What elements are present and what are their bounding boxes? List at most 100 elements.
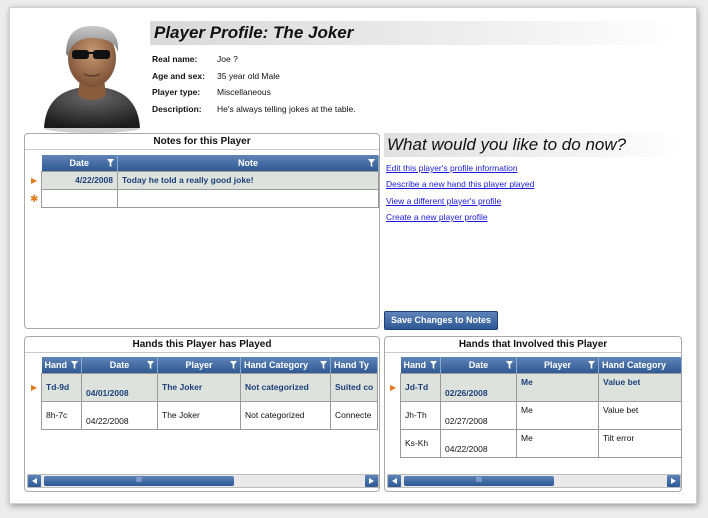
notes-panel-title: Notes for this Player xyxy=(25,134,379,150)
column-header-hand-category[interactable]: Hand Category xyxy=(240,357,331,373)
filter-icon[interactable] xyxy=(588,361,595,369)
hand-cell[interactable]: 8h-7c xyxy=(41,400,82,430)
describe-hand-link[interactable]: Describe a new hand this player played xyxy=(386,179,534,195)
player-avatar-icon xyxy=(44,26,140,133)
table-row[interactable]: 4/22/2008 Today he told a really good jo… xyxy=(41,170,379,190)
current-row-arrow-icon: ▶ xyxy=(390,383,397,392)
column-header-player[interactable]: Player xyxy=(157,357,241,373)
hand-cell[interactable]: Td-9d xyxy=(41,372,82,402)
description-row: Description: He's always telling jokes a… xyxy=(152,101,452,118)
hands-involved-scrollbar[interactable]: III xyxy=(387,474,681,488)
edit-profile-link[interactable]: Edit this player's profile information xyxy=(386,163,534,179)
new-row-date-cell[interactable] xyxy=(41,188,118,208)
profile-info: Real name: Joe ? Age and sex: 35 year ol… xyxy=(152,51,452,117)
filter-icon[interactable] xyxy=(368,159,375,167)
filter-icon[interactable] xyxy=(71,361,78,369)
hands-played-panel-title: Hands this Player has Played xyxy=(25,337,379,353)
create-profile-link[interactable]: Create a new player profile xyxy=(386,212,534,228)
filter-icon[interactable] xyxy=(320,361,327,369)
table-row[interactable]: 8h-7c 04/22/2008 The Joker Not categoriz… xyxy=(41,400,378,430)
player-type-value: Miscellaneous xyxy=(217,87,271,98)
date-cell[interactable]: 04/01/2008 xyxy=(81,372,158,402)
age-sex-label: Age and sex: xyxy=(152,70,205,81)
table-row[interactable]: Td-9d 04/01/2008 The Joker Not categoriz… xyxy=(41,372,378,402)
hand-category-cell[interactable]: Value bet xyxy=(598,372,682,402)
hand-type-cell[interactable]: Connecte xyxy=(330,400,378,430)
table-row[interactable]: Jh-Th 02/27/2008 Me Value bet xyxy=(400,400,682,430)
hand-type-cell[interactable]: Suited co xyxy=(330,372,378,402)
new-row[interactable] xyxy=(41,188,379,208)
current-row-arrow-icon: ▶ xyxy=(31,383,38,392)
age-sex-value: 35 year old Male xyxy=(217,70,280,81)
note-date-cell[interactable]: 4/22/2008 xyxy=(41,170,118,190)
hand-cell[interactable]: Jh-Th xyxy=(400,400,441,430)
action-links: Edit this player's profile information D… xyxy=(386,163,534,228)
notes-grid[interactable]: Date Note 4/22/2008 Today he told a real… xyxy=(41,155,379,208)
date-cell[interactable]: 04/22/2008 xyxy=(440,428,517,458)
player-cell[interactable]: Me xyxy=(516,372,599,402)
scroll-right-icon[interactable] xyxy=(667,475,680,487)
scroll-grip: III xyxy=(476,477,482,484)
current-row-arrow-icon: ▶ xyxy=(31,176,38,185)
player-type-label: Player type: xyxy=(152,87,201,98)
page-title: Player Profile: The Joker xyxy=(154,23,354,42)
player-cell[interactable]: Me xyxy=(516,428,599,458)
column-header-hand-type[interactable]: Hand Ty xyxy=(330,357,378,373)
hands-played-grid-header: Hand Date Player Hand Category Hand Ty xyxy=(41,357,378,373)
new-row-asterisk-icon: ✱ xyxy=(30,194,39,205)
column-header-date[interactable]: Date xyxy=(81,357,158,373)
hand-category-cell[interactable]: Not categorized xyxy=(240,372,331,402)
hand-category-cell[interactable]: Not categorized xyxy=(240,400,331,430)
hand-category-cell[interactable]: Tilt error xyxy=(598,428,682,458)
filter-icon[interactable] xyxy=(430,361,437,369)
age-sex-row: Age and sex: 35 year old Male xyxy=(152,68,452,85)
player-profile-window: Player Profile: The Joker Real name: Joe… xyxy=(9,7,697,504)
filter-icon[interactable] xyxy=(107,159,114,167)
column-header-hand-category[interactable]: Hand Category xyxy=(598,357,682,373)
real-name-row: Real name: Joe ? xyxy=(152,51,452,68)
real-name-value: Joe ? xyxy=(217,54,238,65)
column-header-date[interactable]: Date xyxy=(41,155,118,171)
hand-category-cell[interactable]: Value bet xyxy=(598,400,682,430)
scroll-left-icon[interactable] xyxy=(388,475,401,487)
hands-involved-grid[interactable]: Hand Date Player Hand Category Jd-Td 02/… xyxy=(400,357,682,458)
new-row-note-cell[interactable] xyxy=(117,188,379,208)
actions-heading: What would you like to do now? xyxy=(387,135,627,154)
description-label: Description: xyxy=(152,103,202,114)
column-header-date[interactable]: Date xyxy=(440,357,517,373)
hands-played-grid[interactable]: Hand Date Player Hand Category Hand Ty T… xyxy=(41,357,378,430)
scroll-grip: III xyxy=(136,477,142,484)
scroll-right-icon[interactable] xyxy=(365,475,378,487)
date-cell[interactable]: 02/27/2008 xyxy=(440,400,517,430)
player-type-row: Player type: Miscellaneous xyxy=(152,84,452,101)
player-cell[interactable]: The Joker xyxy=(157,400,241,430)
scrollbar-thumb[interactable]: III xyxy=(404,476,554,486)
view-different-player-link[interactable]: View a different player's profile xyxy=(386,196,534,212)
scrollbar-thumb[interactable]: III xyxy=(44,476,234,486)
player-cell[interactable]: The Joker xyxy=(157,372,241,402)
description-value: He's always telling jokes at the table. xyxy=(217,103,356,114)
date-cell[interactable]: 02/26/2008 xyxy=(440,372,517,402)
hand-cell[interactable]: Jd-Td xyxy=(400,372,441,402)
hands-involved-grid-header: Hand Date Player Hand Category xyxy=(400,357,682,373)
table-row[interactable]: Jd-Td 02/26/2008 Me Value bet xyxy=(400,372,682,402)
date-cell[interactable]: 04/22/2008 xyxy=(81,400,158,430)
hands-played-scrollbar[interactable]: III xyxy=(27,474,379,488)
notes-grid-header: Date Note xyxy=(41,155,379,171)
save-notes-button[interactable]: Save Changes to Notes xyxy=(384,311,498,330)
table-row[interactable]: Ks-Kh 04/22/2008 Me Tilt error xyxy=(400,428,682,458)
column-header-player[interactable]: Player xyxy=(516,357,599,373)
column-header-note[interactable]: Note xyxy=(117,155,379,171)
profile-title-bar: Player Profile: The Joker xyxy=(150,21,682,45)
note-text-cell[interactable]: Today he told a really good joke! xyxy=(117,170,379,190)
hands-involved-panel-title: Hands that Involved this Player xyxy=(385,337,681,353)
actions-heading-bar: What would you like to do now? xyxy=(384,133,682,157)
scroll-left-icon[interactable] xyxy=(28,475,41,487)
filter-icon[interactable] xyxy=(506,361,513,369)
player-cell[interactable]: Me xyxy=(516,400,599,430)
column-header-hand[interactable]: Hand xyxy=(400,357,441,373)
column-header-hand[interactable]: Hand xyxy=(41,357,82,373)
filter-icon[interactable] xyxy=(147,361,154,369)
hand-cell[interactable]: Ks-Kh xyxy=(400,428,441,458)
filter-icon[interactable] xyxy=(230,361,237,369)
